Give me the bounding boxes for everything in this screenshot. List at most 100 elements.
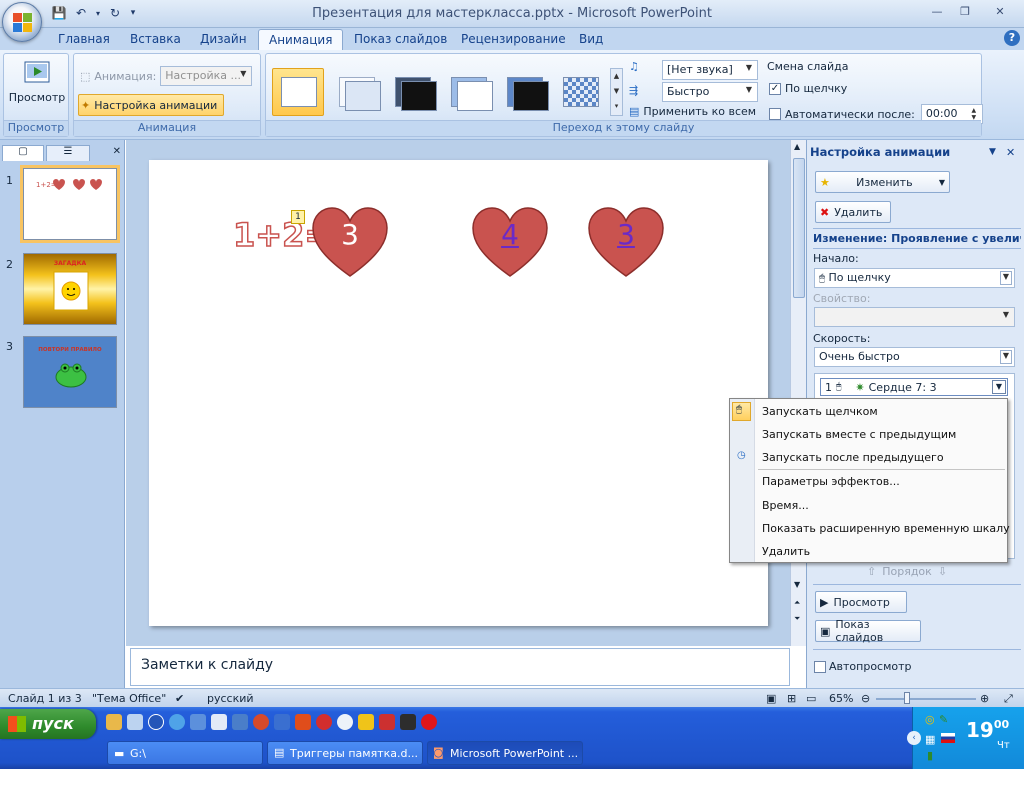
zoom-slider-thumb[interactable]	[904, 692, 910, 704]
slide-thumbnail-1[interactable]: 1+2=	[20, 165, 120, 243]
normal-view-icon[interactable]: ▣	[766, 692, 776, 705]
start-button[interactable]: пуск	[0, 709, 96, 739]
network-icon[interactable]: ▦	[925, 733, 935, 746]
language-flag-icon[interactable]	[941, 733, 955, 743]
custom-animation-button[interactable]: ✦ Настройка анимации	[78, 94, 225, 116]
slideshow-view-icon[interactable]: ▭	[806, 692, 816, 705]
next-slide-icon[interactable]: ⏷	[794, 614, 800, 624]
app-icon[interactable]	[253, 714, 269, 730]
theme-name[interactable]: "Тема Office"	[92, 692, 166, 705]
autopreview-checkbox[interactable]	[814, 660, 826, 673]
spellcheck-icon[interactable]: ✔	[175, 692, 184, 705]
tab-view[interactable]: Вид	[579, 32, 603, 46]
app-icon[interactable]	[337, 714, 353, 730]
transition-cut[interactable]	[442, 68, 494, 116]
slide-canvas[interactable]: 1+2= 1 3 4 3	[149, 160, 768, 626]
menu-start-with-previous[interactable]: Запускать вместе с предыдущим	[762, 428, 956, 441]
play-button[interactable]: ▶ Просмотр	[815, 591, 907, 613]
sound-combo[interactable]: [Нет звука] ▼	[662, 60, 758, 80]
slide-thumbnail-2[interactable]: ЗАГАДКА	[23, 253, 117, 325]
speed-combo[interactable]: Очень быстро ▼	[814, 347, 1015, 367]
ie-icon[interactable]	[169, 714, 185, 730]
app-icon[interactable]	[358, 714, 374, 730]
taskbar-button-explorer[interactable]: ▬ G:\	[107, 741, 263, 765]
animation-combo[interactable]: Настройка ... ▼	[160, 66, 253, 86]
app-icon[interactable]	[211, 714, 227, 730]
editor-scrollbar[interactable]: ▲ ▼ ⏶ ⏷	[790, 140, 806, 646]
autopreview-row[interactable]: Автопросмотр	[814, 660, 912, 673]
opera-icon[interactable]	[421, 714, 437, 730]
app-icon[interactable]	[295, 714, 311, 730]
remove-effect-button[interactable]: ✖ Удалить	[815, 201, 891, 223]
scroll-thumb[interactable]	[793, 158, 805, 298]
slide-thumbnail-3[interactable]: ПОВТОРИ ПРАВИЛО	[23, 336, 117, 408]
app-icon[interactable]	[316, 714, 332, 730]
auto-after-checkbox[interactable]	[769, 108, 781, 120]
zoom-out-icon[interactable]: ⊖	[861, 692, 870, 705]
gallery-scroll[interactable]: ▲ ▼ ▾	[610, 68, 623, 116]
change-effect-button[interactable]: ★ Изменить ▼	[815, 171, 950, 193]
slideshow-button[interactable]: ▣ Показ слайдов	[815, 618, 921, 644]
heart-shape-2[interactable]: 4	[471, 206, 549, 278]
zoom-level[interactable]: 65%	[829, 692, 853, 705]
close-pane-icon[interactable]: ✕	[113, 146, 121, 157]
app-icon[interactable]	[106, 714, 122, 730]
tab-insert[interactable]: Вставка	[130, 32, 181, 46]
menu-timing[interactable]: Время...	[762, 499, 809, 512]
zoom-in-icon[interactable]: ⊕	[980, 692, 989, 705]
animation-list-item[interactable]: 1 🖱 ✷ Сердце 7: 3 ▼	[820, 378, 1008, 396]
tab-home[interactable]: Главная	[58, 32, 110, 46]
menu-start-on-click[interactable]: Запускать щелчком	[762, 405, 878, 418]
scroll-up-icon[interactable]: ▲	[794, 142, 800, 151]
transition-cut-black[interactable]	[498, 68, 550, 116]
notes-box[interactable]: Заметки к слайду	[130, 648, 790, 686]
transition-speed-combo[interactable]: Быстро ▼	[662, 82, 758, 102]
sorter-view-icon[interactable]: ⊞	[787, 692, 796, 705]
minimize-button[interactable]: —	[924, 3, 950, 21]
start-combo[interactable]: 🖱 По щелчку ▼	[814, 268, 1015, 288]
tab-slideshow[interactable]: Показ слайдов	[354, 32, 447, 46]
zoom-slider[interactable]	[876, 698, 976, 700]
transition-none[interactable]	[272, 68, 324, 116]
menu-show-timeline[interactable]: Показать расширенную временную шкалу	[762, 522, 1010, 535]
heart-shape-3[interactable]: 3	[587, 206, 665, 278]
clock[interactable]: 1900	[966, 718, 1009, 742]
chevron-down-icon[interactable]: ▼	[992, 380, 1006, 394]
maximize-button[interactable]: ❐	[952, 3, 978, 21]
pane-menu-icon[interactable]: ▼	[989, 147, 996, 157]
scroll-down-icon[interactable]: ▼	[794, 580, 800, 589]
on-click-checkbox-row[interactable]: ✓ По щелчку	[769, 82, 847, 95]
office-button[interactable]	[2, 2, 42, 42]
taskbar-button-word[interactable]: ▤ Триггеры памятка.d...	[267, 741, 423, 765]
taskbar-button-powerpoint[interactable]: ◙ Microsoft PowerPoint ...	[427, 741, 583, 765]
tab-slides[interactable]: ▢	[2, 145, 44, 161]
help-icon[interactable]: ?	[1004, 30, 1020, 46]
preview-button[interactable]: Просмотр	[8, 58, 66, 104]
app-icon[interactable]	[274, 714, 290, 730]
transition-fade[interactable]	[330, 68, 382, 116]
tray-expand-icon[interactable]: ‹	[907, 731, 921, 745]
close-button[interactable]: ✕	[980, 3, 1020, 21]
tab-review[interactable]: Рецензирование	[461, 32, 566, 46]
tab-animation[interactable]: Анимация	[258, 29, 344, 51]
move-up-icon[interactable]: ⇧	[867, 565, 876, 578]
app-icon[interactable]	[232, 714, 248, 730]
menu-remove[interactable]: Удалить	[762, 545, 810, 558]
app-icon[interactable]	[400, 714, 416, 730]
apply-all-button[interactable]: ▤ Применить ко всем	[629, 105, 756, 118]
prev-slide-icon[interactable]: ⏶	[794, 598, 800, 608]
tray-icon[interactable]: ◎	[925, 713, 935, 726]
language[interactable]: русский	[207, 692, 254, 705]
menu-start-after-previous[interactable]: Запускать после предыдущего	[762, 451, 944, 464]
heart-shape-1[interactable]: 3	[311, 206, 389, 278]
tab-design[interactable]: Дизайн	[200, 32, 247, 46]
transition-fade-black[interactable]	[386, 68, 438, 116]
menu-effect-options[interactable]: Параметры эффектов...	[762, 475, 900, 488]
transition-dissolve[interactable]	[554, 68, 606, 116]
desktop-icon[interactable]	[190, 714, 206, 730]
tray-icon[interactable]: ▮	[927, 749, 933, 762]
animation-order-marker[interactable]: 1	[291, 210, 305, 224]
media-player-icon[interactable]	[148, 714, 164, 730]
tab-outline[interactable]: ☰	[46, 145, 90, 161]
app-icon[interactable]	[379, 714, 395, 730]
